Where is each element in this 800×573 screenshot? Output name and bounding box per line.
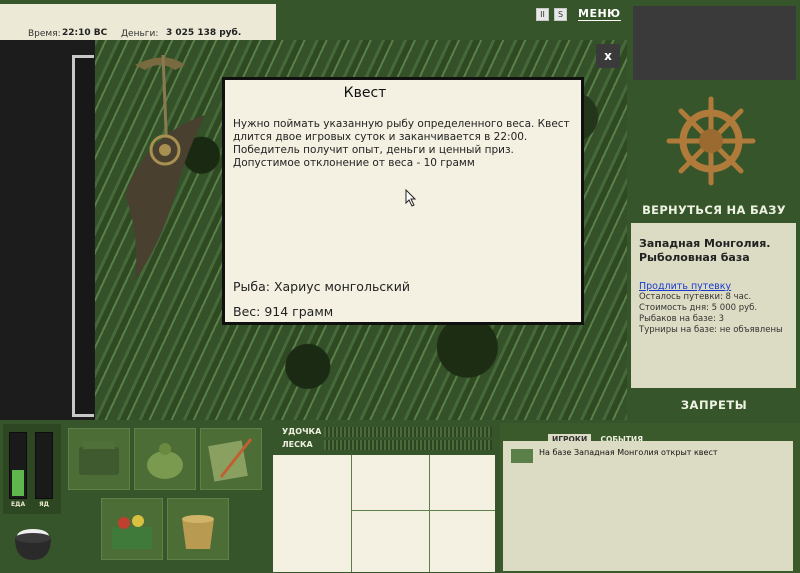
rod-status: УДОЧКА ЛЕСКА — [272, 423, 496, 453]
window-controls: II S МЕНЮ — [536, 7, 626, 24]
food-meter — [9, 432, 27, 499]
left-frame — [72, 55, 94, 417]
line-bar — [324, 440, 492, 450]
bucket-icon — [182, 515, 214, 549]
close-button[interactable]: x — [596, 44, 620, 68]
rod-row: УДОЧКА — [272, 426, 496, 438]
tournaments-info: Турниры на базе: не объявлены — [639, 325, 783, 335]
inventory-slot-food-basket[interactable] — [101, 498, 163, 560]
inventory-slot-map[interactable] — [200, 428, 262, 490]
dialog-title: Квест — [343, 85, 387, 101]
base-info-panel: Западная Монголия. Рыболовная база Продл… — [631, 223, 796, 388]
stats-panel: Время: 22:10 ВС Деньги: 3 025 138 руб. — [0, 4, 276, 40]
inventory-slot-bait-bag[interactable] — [134, 428, 196, 490]
mouse-cursor-icon — [405, 189, 417, 207]
quest-description: Нужно поймать указанную рыбу определенно… — [233, 118, 570, 169]
map-feather-icon — [208, 438, 253, 482]
fish-rod-icon — [125, 54, 205, 280]
event-list: На базе Западная Монголия открыт квест — [503, 441, 793, 571]
rod-label: УДОЧКА — [282, 427, 322, 436]
bans-button[interactable]: ЗАПРЕТЫ — [630, 398, 798, 412]
grid-divider — [351, 510, 495, 511]
return-to-base-button[interactable]: ВЕРНУТЬСЯ НА БАЗУ — [630, 203, 798, 217]
quest-dialog: Квест Нужно поймать указанную рыбу опред… — [222, 77, 584, 325]
time-value: 22:10 ВС — [62, 28, 108, 38]
money-value: 3 025 138 руб. — [166, 28, 242, 38]
right-top-panel — [633, 6, 796, 80]
inventory-grid[interactable] — [273, 455, 495, 572]
inventory-slot-bucket[interactable] — [167, 498, 229, 560]
ship-wheel-icon[interactable] — [665, 95, 757, 187]
poison-label: ЯД — [39, 501, 49, 508]
line-label: ЛЕСКА — [282, 440, 313, 449]
poison-meter — [35, 432, 53, 499]
events-panel: ИГРОКИ СОБЫТИЯ На базе Западная Монголия… — [500, 423, 800, 573]
inventory-slot-tackle-box[interactable] — [68, 428, 130, 490]
line-row: ЛЕСКА — [272, 439, 496, 451]
permit-remaining: Осталось путевки: 8 час. — [639, 292, 752, 302]
sound-button[interactable]: S — [554, 8, 567, 21]
extend-permit-link[interactable]: Продлить путевку — [639, 281, 788, 292]
money-label: Деньги: — [121, 29, 159, 39]
quest-weight: Вес: 914 грамм — [233, 304, 334, 319]
tackle-box-icon — [79, 441, 119, 475]
pause-button[interactable]: II — [536, 8, 549, 21]
food-basket-icon — [112, 515, 152, 549]
day-cost: Стоимость дня: 5 000 руб. — [639, 303, 758, 313]
time-label: Время: — [28, 29, 61, 39]
quest-fish: Рыба: Хариус монгольский — [233, 279, 410, 294]
menu-button[interactable]: МЕНЮ — [578, 7, 621, 21]
rod-bar — [324, 427, 492, 437]
food-meter-fill — [12, 470, 24, 496]
grid-divider — [429, 455, 430, 572]
base-title: Западная Монголия. Рыболовная база — [639, 237, 771, 264]
bait-bag-icon — [147, 443, 183, 479]
food-label: ЕДА — [11, 501, 26, 508]
cooking-pot-icon[interactable] — [8, 516, 58, 566]
event-icon — [511, 449, 533, 463]
event-item: На базе Западная Монголия открыт квест — [539, 448, 718, 457]
grid-divider — [351, 455, 352, 572]
meters-panel: ЕДА ЯД — [3, 424, 61, 514]
anglers-count: Рыбаков на базе: 3 — [639, 314, 724, 324]
